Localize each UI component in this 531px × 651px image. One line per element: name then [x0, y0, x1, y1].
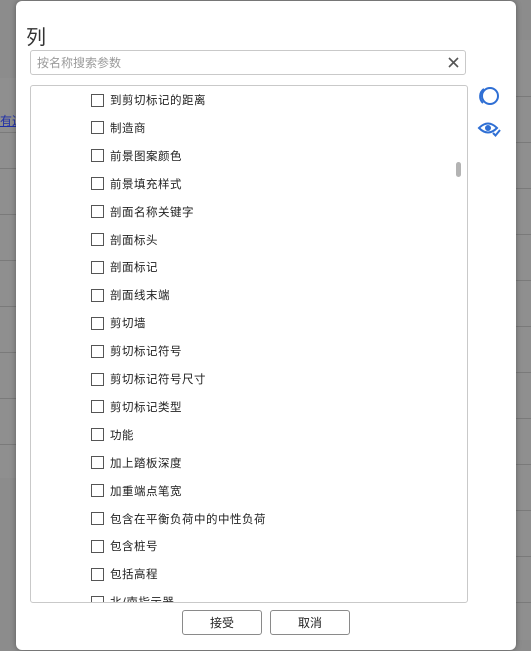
list-item[interactable]: 剪切墙	[91, 313, 146, 333]
list-item[interactable]: 前景填充样式	[91, 174, 182, 194]
list-item[interactable]: 包括高程	[91, 564, 158, 584]
list-item-label: 到剪切标记的距离	[110, 93, 206, 107]
checkbox[interactable]	[91, 372, 104, 386]
search-input[interactable]	[37, 54, 437, 71]
checkbox[interactable]	[91, 205, 104, 219]
list-item-label: 剪切标记符号	[110, 344, 182, 359]
background-divider	[516, 142, 531, 143]
background-divider	[516, 188, 531, 189]
columns-dialog: 列 到剪切标记的距离制造商前景图案颜色前景填充样式剖面名称关键字剖面标头剖面标记…	[16, 1, 516, 650]
list-item[interactable]: 包含桩号	[91, 536, 158, 556]
background-divider	[516, 418, 531, 419]
checkbox[interactable]	[91, 567, 104, 581]
background-divider	[0, 352, 16, 353]
list-item[interactable]: 功能	[91, 425, 134, 445]
background-link: 有这	[0, 114, 16, 128]
background-right-panel	[516, 40, 531, 640]
dialog-title: 列	[26, 25, 47, 49]
checkbox[interactable]	[91, 316, 104, 330]
checkbox[interactable]	[91, 121, 104, 135]
list-item[interactable]: 剖面名称关键字	[91, 202, 194, 222]
close-icon[interactable]	[446, 55, 461, 70]
list-item-label: 包括高程	[110, 567, 158, 582]
background-divider	[0, 214, 16, 215]
list-item-label: 剪切标记类型	[110, 399, 182, 414]
list-item[interactable]: 制造商	[91, 118, 146, 138]
list-item-label: 加上踏板深度	[110, 455, 182, 470]
background-divider	[516, 280, 531, 281]
checkbox[interactable]	[91, 177, 104, 191]
list-item-label: 剖面线末端	[110, 288, 170, 303]
list-item[interactable]: 剖面标头	[91, 230, 158, 250]
checkbox[interactable]	[91, 400, 104, 414]
list-item-label: 剪切标记符号尺寸	[110, 372, 206, 386]
background-divider	[516, 510, 531, 511]
list-item[interactable]: 前景图案颜色	[91, 146, 182, 166]
list-item[interactable]: 剖面标记	[91, 257, 158, 277]
scrollbar-thumb[interactable]	[456, 162, 461, 177]
list-item-label: 加重端点笔宽	[110, 483, 182, 498]
list-item-label: 包含桩号	[110, 539, 158, 554]
list-item-label: 剪切墙	[110, 316, 146, 331]
background-divider	[516, 464, 531, 465]
background-divider	[516, 556, 531, 557]
checkbox[interactable]	[91, 595, 104, 602]
list-item[interactable]: 剪切标记符号	[91, 341, 182, 361]
list-item-label: 包含在平衡负荷中的中性负荷	[110, 511, 266, 526]
list-item-label: 剖面标头	[110, 232, 158, 247]
list-item[interactable]: 北/南指示器	[91, 592, 175, 603]
background-divider	[0, 132, 16, 133]
list-item[interactable]: 加上踏板深度	[91, 453, 182, 473]
checkbox[interactable]	[91, 288, 104, 302]
background-divider	[516, 96, 531, 97]
checkbox[interactable]	[91, 260, 104, 274]
background-divider	[0, 168, 16, 169]
list-item[interactable]: 剪切标记符号尺寸	[91, 369, 206, 389]
list-item-label: 前景填充样式	[110, 176, 182, 191]
list-item-label: 剖面名称关键字	[110, 204, 194, 219]
checkbox[interactable]	[91, 484, 104, 498]
list-item-label: 功能	[110, 427, 134, 442]
search-box	[30, 50, 466, 75]
list-item-label: 剖面标记	[110, 260, 158, 275]
background-divider	[516, 602, 531, 603]
list-item[interactable]: 到剪切标记的距离	[91, 90, 206, 110]
checkbox[interactable]	[91, 539, 104, 553]
background-divider	[516, 234, 531, 235]
cancel-button[interactable]: 取消	[270, 610, 350, 635]
list-item[interactable]: 加重端点笔宽	[91, 481, 182, 501]
list-item[interactable]: 剖面线末端	[91, 285, 170, 305]
checkbox[interactable]	[91, 149, 104, 163]
list-item-label: 制造商	[110, 120, 146, 135]
background-divider	[0, 306, 16, 307]
list-item[interactable]: 剪切标记类型	[91, 397, 182, 417]
background-divider	[516, 372, 531, 373]
list-item-label: 北/南指示器	[110, 595, 175, 603]
list-item[interactable]: 包含在平衡负荷中的中性负荷	[91, 509, 266, 529]
accept-button[interactable]: 接受	[182, 610, 262, 635]
background-divider	[0, 260, 16, 261]
background-divider	[0, 398, 16, 399]
checkbox[interactable]	[91, 512, 104, 525]
checkbox[interactable]	[91, 233, 104, 246]
checkbox[interactable]	[91, 93, 104, 107]
checkbox[interactable]	[91, 344, 104, 358]
background-divider	[0, 444, 16, 445]
checkbox[interactable]	[91, 456, 104, 470]
column-list[interactable]: 到剪切标记的距离 制造商前景图案颜色 前景填充样式 剖面名称关键字 剖面标头剖面标记剖面…	[30, 85, 468, 603]
circle-select-icon[interactable]	[477, 84, 501, 108]
eye-check-icon[interactable]	[477, 116, 501, 140]
background-divider	[516, 326, 531, 327]
checkbox[interactable]	[91, 428, 104, 442]
list-item-label: 前景图案颜色	[110, 148, 182, 163]
